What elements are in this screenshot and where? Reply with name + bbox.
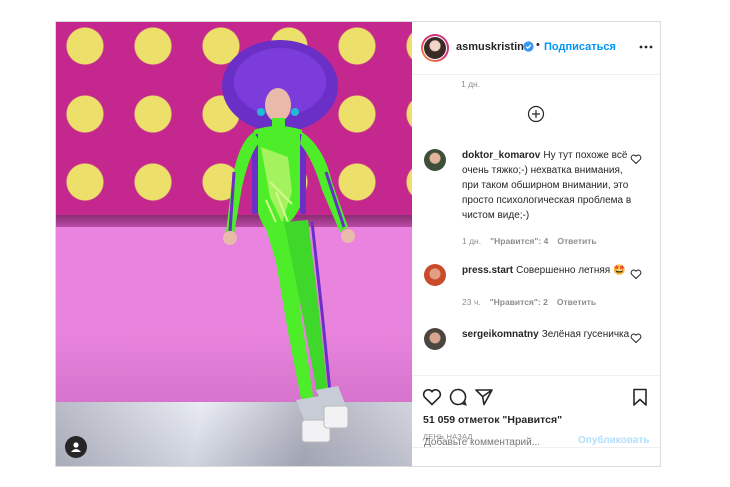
heart-icon[interactable] xyxy=(630,332,642,344)
comment-meta: 1 дн. "Нравится": 4 Ответить xyxy=(462,236,606,246)
post-actions: 51 059 отметок "Нравится" ДЕНЬ НАЗАД xyxy=(412,375,660,466)
likes-count[interactable]: 51 059 отметок "Нравится" xyxy=(423,414,562,426)
header-separator: • xyxy=(536,39,540,51)
comment-time: 23 ч. xyxy=(462,297,481,307)
publish-button[interactable]: Опубликовать xyxy=(578,435,649,446)
comments-list[interactable]: 1 дн. doktor_komarov Ну тут похоже всё оч… xyxy=(412,75,660,375)
commenter-avatar[interactable] xyxy=(424,328,446,350)
commenter-username[interactable]: sergeikomnatny xyxy=(462,329,539,340)
previous-comment-time: 1 дн. xyxy=(461,79,481,89)
comment-icon[interactable] xyxy=(448,387,468,407)
commenter-username[interactable]: press.start xyxy=(462,265,513,276)
commenter-avatar[interactable] xyxy=(424,264,446,286)
earring xyxy=(257,108,265,116)
load-more-plus-icon[interactable] xyxy=(527,105,545,123)
user-tag-icon[interactable] xyxy=(65,436,87,458)
bookmark-icon[interactable] xyxy=(630,387,650,407)
instagram-post: asmuskristina • Подписаться 1 дн. doktor… xyxy=(55,21,661,467)
reply-button[interactable]: Ответить xyxy=(557,236,596,246)
comment-body: Совершенно летняя 🤩 xyxy=(516,265,626,276)
comment-text: press.start Совершенно летняя 🤩 xyxy=(462,263,634,278)
heart-icon[interactable] xyxy=(422,387,442,407)
more-options-icon[interactable] xyxy=(638,39,654,55)
reply-button[interactable]: Ответить xyxy=(557,297,596,307)
comment-input[interactable] xyxy=(424,435,574,449)
comment-body: Зелёная гусеничка xyxy=(541,329,630,340)
commenter-username[interactable]: doktor_komarov xyxy=(462,150,540,161)
comment-meta: 23 ч. "Нравится": 2 Ответить xyxy=(462,297,605,307)
post-photo[interactable] xyxy=(56,22,412,466)
comment-text: doktor_komarov Ну тут похоже всё очень тя… xyxy=(462,148,634,223)
heart-icon[interactable] xyxy=(630,153,642,165)
heart-icon[interactable] xyxy=(630,268,642,280)
comment-time: 1 дн. xyxy=(462,236,482,246)
comment-likes[interactable]: "Нравится": 4 xyxy=(490,236,548,246)
author-username[interactable]: asmuskristina xyxy=(456,41,530,53)
face xyxy=(265,88,291,122)
woman-figure xyxy=(222,40,355,443)
comment-likes[interactable]: "Нравится": 2 xyxy=(490,297,548,307)
add-comment-bar xyxy=(412,447,660,468)
post-sidebar: asmuskristina • Подписаться 1 дн. doktor… xyxy=(412,22,660,466)
verified-badge-icon xyxy=(523,41,534,52)
post-header: asmuskristina • Подписаться xyxy=(412,22,660,75)
share-icon[interactable] xyxy=(474,387,494,407)
commenter-avatar[interactable] xyxy=(424,149,446,171)
comment-text: sergeikomnatny Зелёная гусеничка xyxy=(462,327,634,342)
author-avatar[interactable] xyxy=(421,34,449,62)
follow-button[interactable]: Подписаться xyxy=(544,41,616,53)
